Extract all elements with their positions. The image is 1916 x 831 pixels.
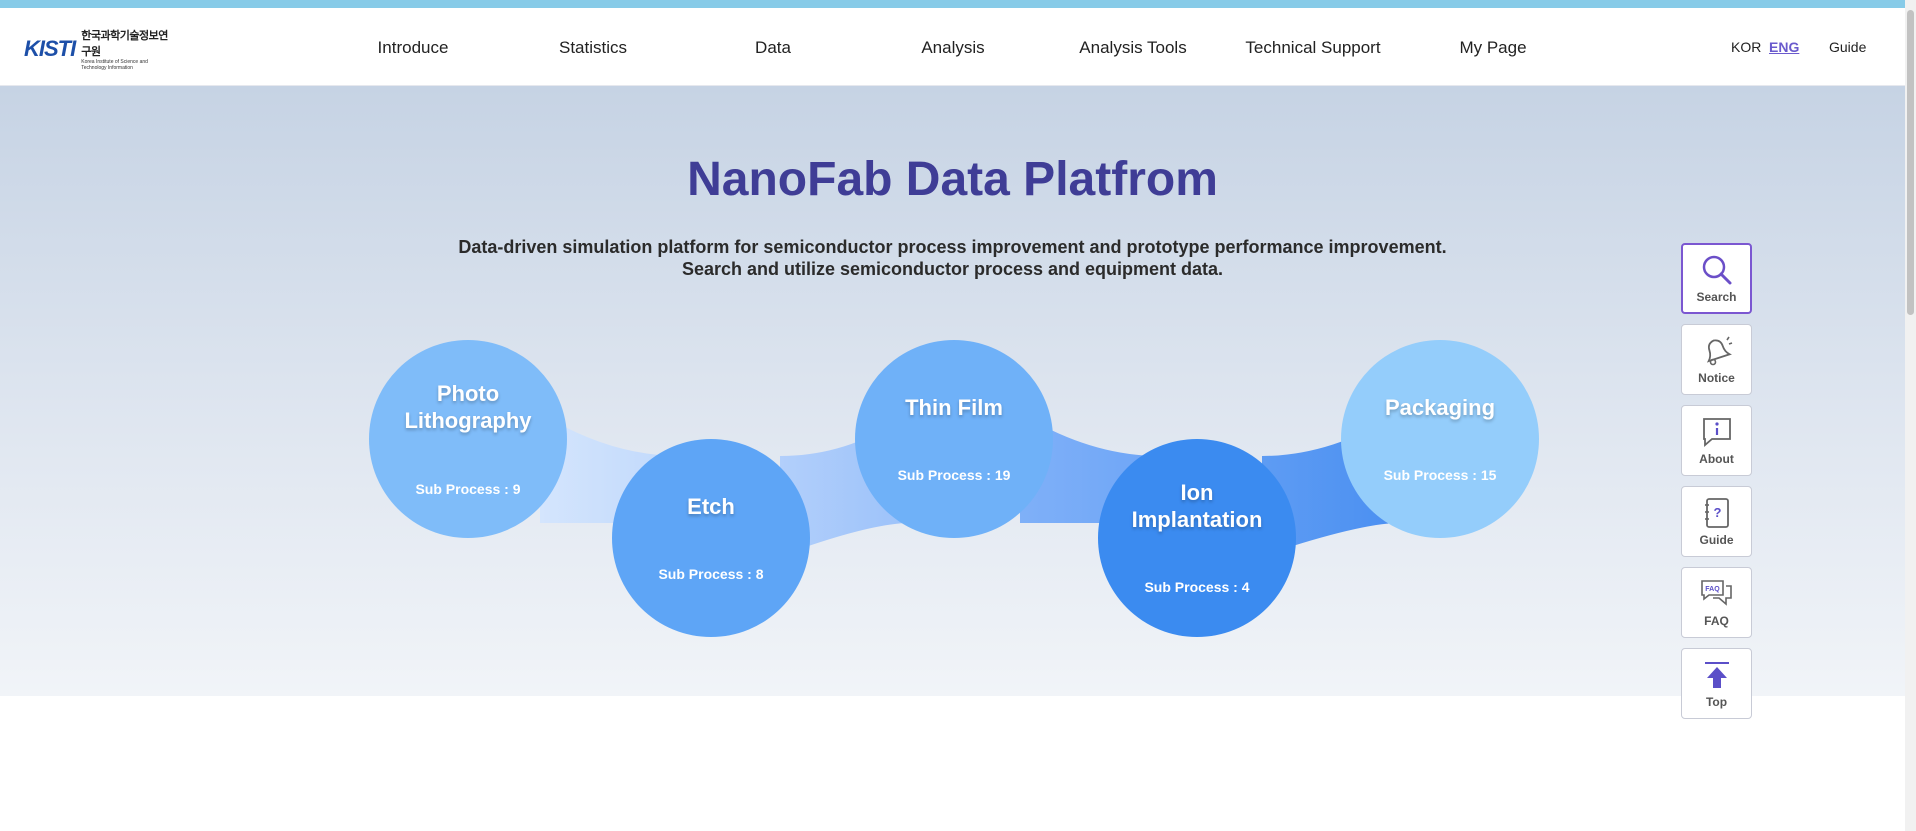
- logo-english: Korea Institute of Science and Technolog…: [81, 59, 148, 71]
- process-title-line: Implantation: [1131, 507, 1263, 532]
- quick-top-button[interactable]: Top: [1681, 648, 1752, 719]
- process-sub-count: Sub Process : 8: [658, 566, 764, 582]
- process-sub-count: Sub Process : 9: [415, 481, 521, 497]
- page-scrollbar[interactable]: [1905, 0, 1916, 831]
- search-icon: [1699, 253, 1735, 287]
- top-strip: [0, 0, 1916, 8]
- process-packaging[interactable]: Packaging Sub Process : 15: [1341, 340, 1539, 538]
- svg-text:?: ?: [1713, 505, 1721, 520]
- nav-analysis-tools[interactable]: Analysis Tools: [1079, 38, 1186, 58]
- site-header: KISTI 한국과학기술정보연구원 Korea Institute of Sci…: [0, 8, 1905, 86]
- process-title-line: Etch: [687, 494, 735, 519]
- process-title: Ion Implantation: [1132, 479, 1263, 533]
- process-title: Etch: [687, 493, 735, 520]
- quick-label: Guide: [1699, 533, 1734, 547]
- process-thin-film[interactable]: Thin Film Sub Process : 19: [855, 340, 1053, 538]
- question-book-icon: ?: [1699, 496, 1735, 530]
- bell-icon: [1699, 334, 1735, 368]
- quick-about-button[interactable]: About: [1681, 405, 1752, 476]
- process-photo-lithography[interactable]: Photo Lithography Sub Process : 9: [369, 340, 567, 538]
- info-icon: [1699, 415, 1735, 449]
- nav-data[interactable]: Data: [755, 38, 791, 58]
- process-sub-count: Sub Process : 15: [1383, 467, 1497, 483]
- nav-technical-support[interactable]: Technical Support: [1245, 38, 1380, 58]
- quick-label: About: [1699, 452, 1734, 466]
- process-ion-implantation[interactable]: Ion Implantation Sub Process : 4: [1098, 439, 1296, 637]
- arrow-up-icon: [1699, 658, 1735, 692]
- nav-introduce[interactable]: Introduce: [378, 38, 449, 58]
- logo-mark-text: KISTI: [24, 36, 76, 61]
- scrollbar-thumb[interactable]: [1907, 10, 1914, 315]
- nav-statistics[interactable]: Statistics: [559, 38, 627, 58]
- quick-guide-button[interactable]: ? Guide: [1681, 486, 1752, 557]
- process-sub-count: Sub Process : 19: [897, 467, 1011, 483]
- process-title-line: Packaging: [1384, 395, 1496, 420]
- process-title: Packaging: [1385, 394, 1495, 421]
- process-title-line: Ion: [1180, 480, 1214, 505]
- lang-eng-link[interactable]: ENG: [1769, 39, 1799, 55]
- quick-label: FAQ: [1704, 614, 1729, 628]
- svg-text:FAQ: FAQ: [1705, 586, 1720, 593]
- nav-my-page[interactable]: My Page: [1459, 38, 1526, 58]
- process-sub-count: Sub Process : 4: [1144, 579, 1250, 595]
- quick-label: Top: [1705, 695, 1728, 709]
- quick-faq-button[interactable]: FAQ FAQ: [1681, 567, 1752, 638]
- logo-mark: KISTI: [24, 36, 76, 62]
- process-title: Photo Lithography: [404, 380, 531, 434]
- process-chain: Photo Lithography Sub Process : 9 Etch S…: [0, 86, 1905, 696]
- process-title-line: Thin Film: [905, 395, 1003, 420]
- quick-label: Notice: [1698, 371, 1735, 385]
- hero-section: NanoFab Data Platfrom Data-driven simula…: [0, 86, 1905, 696]
- guide-link[interactable]: Guide: [1829, 39, 1866, 55]
- logo-korean: 한국과학기술정보연구원: [81, 30, 168, 58]
- process-title: Thin Film: [905, 394, 1003, 421]
- process-title-line: Photo: [436, 381, 500, 406]
- process-title-line: Lithography: [404, 408, 532, 433]
- quick-search-button[interactable]: Search: [1681, 243, 1752, 314]
- kisti-logo[interactable]: KISTI 한국과학기술정보연구원 Korea Institute of Sci…: [24, 30, 174, 71]
- process-etch[interactable]: Etch Sub Process : 8: [612, 439, 810, 637]
- nav-analysis[interactable]: Analysis: [921, 38, 984, 58]
- quick-label: Search: [1696, 290, 1737, 304]
- quick-notice-button[interactable]: Notice: [1681, 324, 1752, 395]
- faq-chat-icon: FAQ: [1699, 577, 1735, 611]
- lang-kor-link[interactable]: KOR: [1731, 39, 1761, 55]
